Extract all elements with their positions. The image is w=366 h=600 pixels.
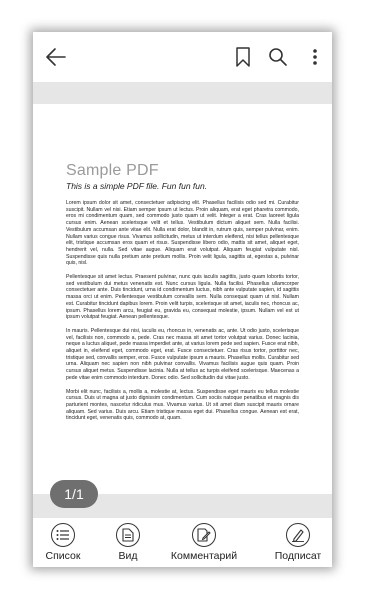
pdf-paragraph: Lorem ipsum dolor sit amet, consectetuer… <box>66 200 299 267</box>
bottom-nav-bar: Список Вид Комментарий Подписат <box>33 518 332 567</box>
more-vertical-icon <box>313 49 317 65</box>
back-button[interactable] <box>44 45 68 69</box>
pdf-subtitle: This is a simple PDF file. Fun fun fun. <box>66 181 208 191</box>
nav-comment-label: Комментарий <box>170 550 238 562</box>
more-options-button[interactable] <box>303 45 327 69</box>
document-view-icon <box>116 523 140 547</box>
search-icon <box>269 48 287 66</box>
search-button[interactable] <box>266 45 290 69</box>
arrow-left-icon <box>46 48 66 66</box>
nav-view-button[interactable]: Вид <box>93 523 163 567</box>
nav-list-button[interactable]: Список <box>33 523 98 567</box>
nav-list-label: Список <box>45 550 81 562</box>
nav-sign-label: Подписат <box>274 550 322 562</box>
pdf-paragraph: Morbi elit nunc, facilisis a, mollis a, … <box>66 388 299 422</box>
bookmark-button[interactable] <box>231 45 255 69</box>
comment-edit-icon <box>192 523 216 547</box>
pdf-page: Sample PDF This is a simple PDF file. Fu… <box>33 104 332 494</box>
pen-icon <box>286 523 310 547</box>
page-indicator: 1/1 <box>50 480 98 508</box>
pdf-paragraph: In mauris. Pellentesque dui nisi, iaculi… <box>66 327 299 381</box>
pdf-title: Sample PDF <box>66 162 159 179</box>
nav-sign-button[interactable]: Подписат <box>263 523 332 567</box>
top-app-bar <box>33 32 332 82</box>
nav-comment-button[interactable]: Комментарий <box>169 523 239 567</box>
nav-view-label: Вид <box>118 550 138 562</box>
document-viewer[interactable]: Sample PDF This is a simple PDF file. Fu… <box>33 82 332 518</box>
list-icon <box>51 523 75 547</box>
bookmark-icon <box>236 47 250 67</box>
pdf-viewer-window: Sample PDF This is a simple PDF file. Fu… <box>33 32 332 567</box>
pdf-paragraph: Pellentesque sit amet lectus. Praesent p… <box>66 274 299 321</box>
